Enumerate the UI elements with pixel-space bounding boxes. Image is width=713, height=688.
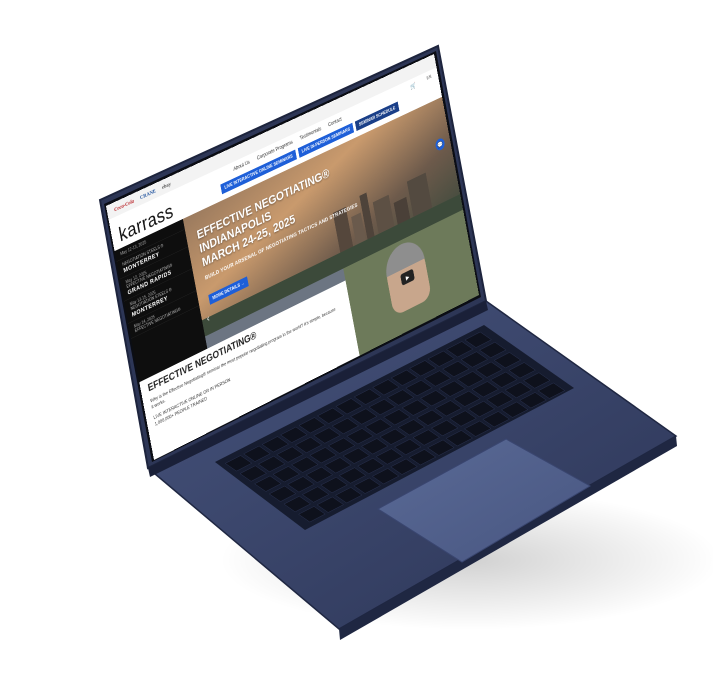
language-selector[interactable]: EN [426, 74, 432, 81]
client-logo: ebay [161, 180, 172, 191]
cart-icon[interactable]: 🛒 [410, 81, 417, 90]
product-photo: Coca-Cola CRANE ebay karrass About Us Co… [0, 0, 713, 688]
chat-icon[interactable]: 💬 [434, 136, 446, 152]
